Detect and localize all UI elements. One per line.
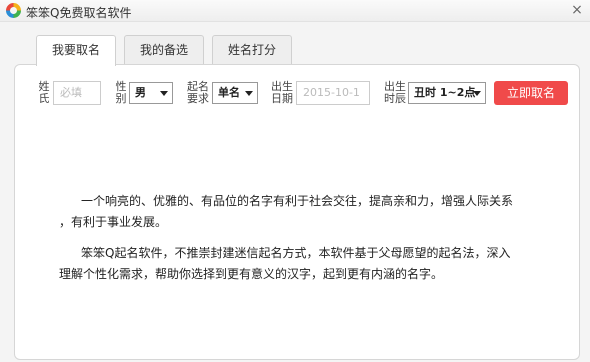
chevron-down-icon: [160, 91, 168, 96]
window-body: 我要取名 我的备选 姓名打分 姓 氏 必填 性 别 男 起名 要求 单名 出生 …: [0, 22, 590, 362]
chevron-down-icon: [473, 91, 481, 96]
window-title: 笨笨Q免费取名软件: [26, 6, 132, 20]
birth-date-label: 出生 日期: [269, 81, 295, 105]
gender-value: 男: [135, 86, 146, 99]
naming-label-line-2: 要求: [187, 92, 209, 105]
title-bar: 笨笨Q免费取名软件 ×: [0, 0, 590, 22]
gender-label-line-2: 别: [115, 92, 127, 105]
chevron-down-icon: [245, 91, 253, 96]
description-paragraph-1-line-1: 一个响亮的、优雅的、有品位的名字有利于社会交往，提高亲和力，增强人际关系: [81, 194, 514, 208]
naming-requirement-value: 单名: [218, 86, 240, 99]
surname-label-line-2: 氏: [38, 92, 50, 105]
birth-hour-label-line-2: 时辰: [384, 92, 406, 105]
generate-name-button[interactable]: 立即取名: [494, 81, 568, 105]
birth-date-input[interactable]: 2015-10-1: [296, 81, 370, 105]
birth-hour-value: 丑时 1~2点: [414, 86, 476, 99]
naming-requirement-label: 起名 要求: [185, 81, 211, 105]
naming-panel: 姓 氏 必填 性 别 男 起名 要求 单名 出生 日期 2015-10-1 出生…: [14, 64, 580, 360]
birth-hour-label: 出生 时辰: [382, 81, 408, 105]
tab-naming[interactable]: 我要取名: [36, 35, 116, 66]
description-paragraph-2-line-1: 笨笨Q起名软件，不推崇封建迷信起名方式，本软件基于父母愿望的起名法，深入: [81, 246, 511, 260]
gender-label: 性 别: [114, 81, 128, 105]
naming-requirement-select[interactable]: 单名: [212, 82, 258, 104]
surname-input[interactable]: 必填: [53, 81, 101, 105]
description-paragraph-1-line-2: ，有利于事业发展。: [59, 215, 168, 229]
tab-favorites[interactable]: 我的备选: [124, 35, 204, 65]
app-logo-icon: [6, 3, 21, 18]
surname-label: 姓 氏: [37, 81, 51, 105]
description-paragraph-2-line-2: 理解个性化需求，帮助你选择到更有意义的汉字，起到更有内涵的名字。: [59, 267, 444, 281]
tab-name-scoring[interactable]: 姓名打分: [212, 35, 292, 65]
birth-hour-select[interactable]: 丑时 1~2点: [408, 82, 486, 104]
close-icon[interactable]: ×: [568, 1, 586, 19]
birth-date-label-line-2: 日期: [271, 92, 293, 105]
gender-select[interactable]: 男: [129, 82, 173, 104]
